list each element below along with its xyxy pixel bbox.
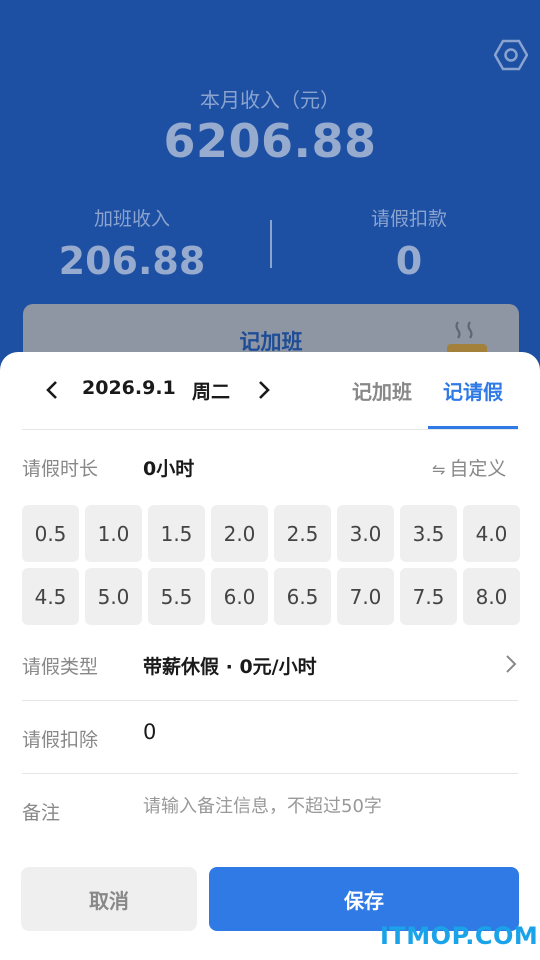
row-divider — [22, 700, 518, 701]
custom-duration-label: 自定义 — [449, 458, 507, 480]
duration-option[interactable]: 3.5 — [400, 505, 457, 562]
duration-option[interactable]: 4.0 — [463, 505, 520, 562]
chevron-right-icon[interactable] — [254, 379, 274, 401]
tab-record-overtime[interactable]: 记加班 — [352, 376, 412, 405]
overtime-income-stat: 加班收入 206.88 — [22, 204, 242, 283]
tab-record-leave[interactable]: 记请假 — [443, 376, 503, 405]
overtime-income-value: 206.88 — [58, 239, 206, 283]
leave-deduction-input[interactable] — [143, 720, 513, 744]
leave-deduction-value: 0 — [395, 239, 423, 283]
duration-option[interactable]: 5.0 — [85, 568, 142, 625]
date-tab-bar: 2026.9.1 周二 记加班 记请假 — [22, 352, 518, 430]
note-label: 备注 — [22, 802, 61, 824]
gear-icon[interactable] — [494, 38, 528, 72]
cancel-button[interactable]: 取消 — [21, 867, 197, 931]
leave-type-label: 请假类型 — [22, 656, 99, 678]
duration-option[interactable]: 2.0 — [211, 505, 268, 562]
duration-option[interactable]: 4.5 — [22, 568, 79, 625]
leave-deduction-field-label: 请假扣除 — [22, 729, 99, 751]
leave-duration-label: 请假时长 — [22, 458, 99, 480]
duration-option[interactable]: 5.5 — [148, 568, 205, 625]
site-watermark: ITMOP.COM — [380, 922, 539, 950]
note-input[interactable] — [143, 796, 518, 817]
duration-option[interactable]: 8.0 — [463, 568, 520, 625]
month-income-value: 6206.88 — [163, 114, 377, 168]
month-income-label: 本月收入（元） — [200, 88, 340, 112]
selected-date[interactable]: 2026.9.1 — [82, 377, 176, 399]
row-divider — [22, 773, 518, 774]
leave-type-value[interactable]: 带薪休假 · 0元/小时 — [143, 652, 317, 679]
duration-option[interactable]: 1.5 — [148, 505, 205, 562]
swap-icon: ⇋ — [432, 460, 446, 479]
income-header: 本月收入（元） 6206.88 加班收入 206.88 请假扣款 0 记加班 — [0, 0, 540, 384]
active-tab-indicator — [428, 426, 518, 429]
duration-option[interactable]: 6.5 — [274, 568, 331, 625]
leave-record-sheet: 2026.9.1 周二 记加班 记请假 请假时长 0小时 ⇋ 自定义 0.5 1.… — [0, 352, 540, 960]
chevron-right-icon[interactable] — [504, 653, 518, 675]
duration-option[interactable]: 0.5 — [22, 505, 79, 562]
overtime-income-label: 加班收入 — [93, 208, 170, 230]
leave-duration-value: 0小时 — [143, 458, 195, 480]
leave-deduction-stat: 请假扣款 0 — [299, 204, 519, 283]
duration-option[interactable]: 7.0 — [337, 568, 394, 625]
selected-weekday: 周二 — [192, 381, 231, 403]
duration-option[interactable]: 7.5 — [400, 568, 457, 625]
duration-options-grid: 0.5 1.0 1.5 2.0 2.5 3.0 3.5 4.0 4.5 5.0 … — [22, 505, 520, 625]
chevron-left-icon[interactable] — [42, 379, 62, 401]
leave-deduction-label: 请假扣款 — [370, 208, 447, 230]
duration-option[interactable]: 1.0 — [85, 505, 142, 562]
duration-option[interactable]: 3.0 — [337, 505, 394, 562]
stat-divider — [270, 220, 272, 268]
custom-duration-button[interactable]: ⇋ 自定义 — [432, 454, 506, 481]
duration-option[interactable]: 6.0 — [211, 568, 268, 625]
duration-option[interactable]: 2.5 — [274, 505, 331, 562]
